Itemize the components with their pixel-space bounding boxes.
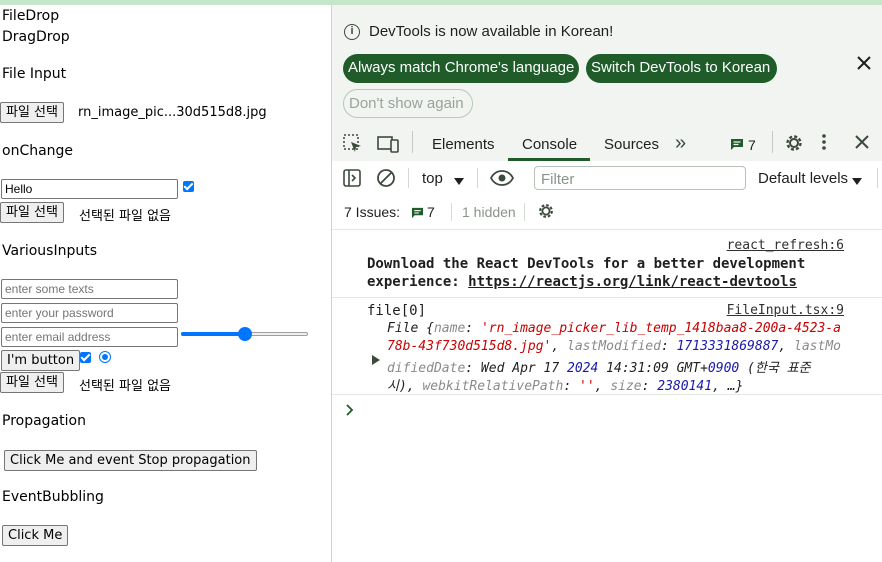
file-choose-button-2[interactable]: 파일 선택 — [0, 202, 64, 223]
context-dropdown-icon[interactable] — [454, 173, 464, 191]
console-message-react-devtools: react_refresh:6 Download the React DevTo… — [332, 237, 882, 298]
no-file-chosen-2: 선택된 파일 없음 — [79, 379, 171, 394]
tab-elements[interactable]: Elements — [432, 136, 495, 153]
expand-object-icon[interactable] — [372, 350, 380, 369]
log-text-prefix: experience: — [367, 274, 469, 290]
close-devtools-icon[interactable] — [854, 134, 870, 155]
log-source-react-refresh[interactable]: react_refresh:6 — [727, 238, 844, 253]
console-settings-gear-icon[interactable] — [537, 202, 555, 225]
context-selector[interactable]: top — [422, 170, 443, 187]
device-toolbar-icon[interactable] — [377, 134, 399, 159]
issues-count[interactable]: 7 — [427, 204, 435, 220]
notice-text: DevTools is now available in Korean! — [369, 23, 614, 40]
issues-message-icon[interactable] — [411, 206, 424, 224]
inspect-element-icon[interactable] — [343, 134, 363, 159]
tabbar-separator — [412, 131, 413, 153]
devtools-panel: i DevTools is now available in Korean! A… — [332, 5, 882, 562]
filter-input[interactable]: Filter — [534, 166, 746, 190]
toolbar-separator — [408, 168, 409, 188]
dragdrop-heading: DragDrop — [2, 29, 70, 45]
issues-label[interactable]: 7 Issues: — [344, 204, 400, 220]
issues-bar: 7 Issues: 7 1 hidden — [332, 195, 882, 230]
console-prompt-chevron-icon[interactable] — [346, 403, 354, 421]
log-source-fileinput[interactable]: FileInput.tsx:9 — [727, 303, 844, 318]
hello-input[interactable]: Hello — [1, 179, 178, 199]
password-input[interactable]: enter your password — [1, 303, 178, 323]
always-match-language-button[interactable]: Always match Chrome's language — [343, 54, 579, 83]
object-line-1: File {name: 'rn_image_picker_lib_temp_14… — [387, 321, 841, 336]
object-line-4: 시), webkitRelativePath: '', size: 238014… — [387, 379, 744, 394]
toolbar-separator-3 — [877, 168, 878, 188]
filedrop-heading: FileDrop — [2, 8, 60, 24]
click-me-button[interactable]: Click Me — [2, 525, 69, 546]
console-message-file: file[0] FileInput.tsx:9 File {name: 'rn_… — [332, 298, 882, 395]
issues-separator — [451, 203, 452, 221]
tab-console[interactable]: Console — [522, 136, 577, 153]
email-input[interactable]: enter email address — [1, 327, 178, 347]
stop-propagation-button[interactable]: Click Me and event Stop propagation — [4, 450, 257, 471]
range-slider[interactable] — [181, 327, 308, 341]
no-file-chosen: 선택된 파일 없음 — [79, 209, 171, 224]
clear-console-icon[interactable] — [376, 168, 396, 193]
object-line-3: difiedDate: Wed Apr 17 2024 14:31:09 GMT… — [387, 361, 811, 376]
settings-gear-icon[interactable] — [784, 133, 804, 158]
sidebar-toggle-icon[interactable] — [343, 169, 361, 192]
range-fill — [181, 332, 245, 336]
devtools-tabbar: Elements Console Sources » 7 — [332, 123, 882, 162]
hidden-count[interactable]: 1 hidden — [462, 204, 516, 220]
messages-icon[interactable] — [730, 138, 744, 156]
event-bubbling-heading: EventBubbling — [2, 489, 104, 505]
log-text-line2: experience: https://reactjs.org/link/rea… — [367, 274, 797, 290]
tab-sources[interactable]: Sources — [604, 136, 659, 153]
issues-separator-2 — [524, 203, 525, 221]
toolbar-separator-2 — [477, 168, 478, 188]
close-notice-icon[interactable] — [856, 55, 872, 76]
levels-dropdown-icon[interactable] — [852, 173, 862, 191]
live-expression-eye-icon[interactable] — [489, 170, 515, 191]
various-inputs-heading: VariousInputs — [2, 243, 97, 259]
various-radio[interactable] — [99, 351, 111, 363]
range-thumb[interactable] — [237, 327, 252, 341]
console-prompt-input[interactable] — [362, 397, 872, 421]
im-button[interactable]: I'm button — [1, 350, 81, 371]
info-icon: i — [344, 24, 360, 40]
text-input[interactable]: enter some texts — [1, 279, 178, 299]
propagation-heading: Propagation — [2, 413, 86, 429]
log-levels-selector[interactable]: Default levels — [758, 170, 848, 187]
tabbar-separator-2 — [772, 131, 773, 153]
file-input-heading: File Input — [2, 66, 67, 82]
onchange-checkbox[interactable] — [183, 181, 194, 192]
kebab-menu-icon[interactable] — [821, 133, 827, 156]
various-checkbox[interactable] — [80, 352, 91, 363]
filter-placeholder: Filter — [541, 171, 575, 188]
log-file-label: file[0] — [367, 303, 427, 319]
page-content: FileDrop DragDrop File Input 파일 선택 rn_im… — [0, 5, 331, 562]
console-toolbar: top Filter Default levels — [332, 161, 882, 196]
react-devtools-link[interactable]: https://reactjs.org/link/react-devtools — [468, 274, 797, 290]
switch-to-korean-button[interactable]: Switch DevTools to Korean — [586, 54, 777, 83]
chosen-file-name: rn_image_pic...30d515d8.jpg — [78, 105, 267, 120]
file-choose-button-3[interactable]: 파일 선택 — [0, 372, 64, 393]
onchange-heading: onChange — [2, 143, 74, 159]
file-choose-button[interactable]: 파일 선택 — [0, 102, 64, 123]
log-text-line1: Download the React DevTools for a better… — [367, 256, 806, 272]
more-tabs-icon[interactable]: » — [675, 132, 686, 155]
object-line-2: 78b-43f730d515d8.jpg', lastModified: 171… — [387, 339, 841, 354]
dont-show-again-button[interactable]: Don't show again — [343, 89, 473, 118]
language-notice: i DevTools is now available in Korean! A… — [332, 5, 882, 123]
messages-count: 7 — [748, 137, 756, 153]
